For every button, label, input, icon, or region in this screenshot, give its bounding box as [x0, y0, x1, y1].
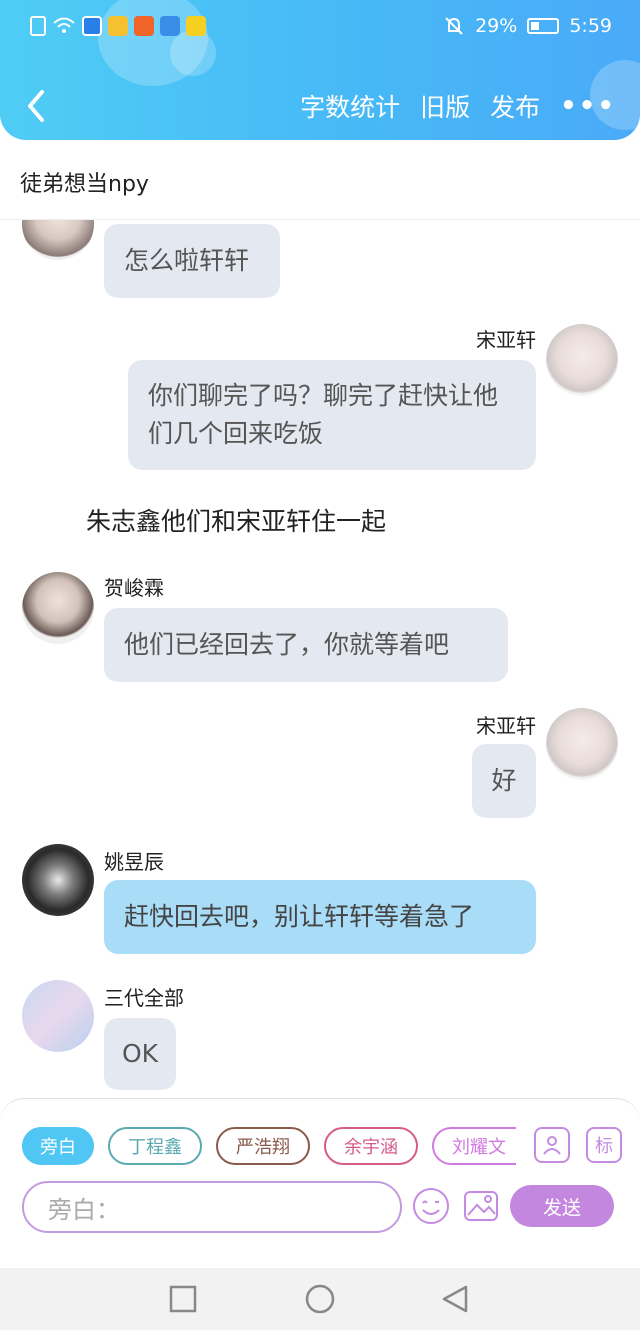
avatar[interactable]	[22, 572, 94, 644]
speaker-name: 姚昱辰	[104, 850, 164, 874]
battery-percent: 29%	[475, 15, 518, 37]
publish-button[interactable]: 发布	[490, 88, 540, 124]
story-title[interactable]: 徒弟想当npy	[20, 166, 149, 198]
hotspot-icon	[160, 16, 180, 36]
back-arrow-icon[interactable]	[22, 86, 52, 126]
message-input[interactable]: 旁白：	[22, 1181, 402, 1233]
mute-bell-icon	[445, 17, 463, 35]
system-nav-bar	[0, 1268, 640, 1330]
role-chip[interactable]: 严浩翔	[216, 1127, 310, 1165]
wifi-icon	[53, 17, 75, 33]
role-chip[interactable]: 余宇涵	[324, 1127, 418, 1165]
role-manage-icon[interactable]	[534, 1127, 570, 1163]
status-icons	[30, 16, 206, 36]
send-button[interactable]: 发送	[510, 1185, 614, 1227]
role-chip-narrator[interactable]: 旁白	[22, 1127, 94, 1165]
battery-icon	[527, 18, 560, 34]
old-version-button[interactable]: 旧版	[420, 88, 470, 124]
message-bubble[interactable]: 赶快回去吧，别让轩轩等着急了	[104, 880, 536, 954]
nav-row: 字数统计 旧版 发布 •••	[0, 86, 640, 130]
role-chip[interactable]: 丁程鑫	[108, 1127, 202, 1165]
person-icon	[543, 1136, 561, 1155]
home-icon[interactable]	[304, 1284, 336, 1316]
message-bubble[interactable]: 你们聊完了吗？聊完了赶快让他们几个回来吃饭	[128, 360, 536, 470]
message-bubble[interactable]: OK	[104, 1018, 176, 1090]
app-notification-icon	[108, 16, 128, 36]
word-count-button[interactable]: 字数统计	[300, 88, 400, 124]
tag-button[interactable]: 标	[586, 1127, 622, 1163]
avatar[interactable]	[546, 708, 618, 780]
nav-actions: 字数统计 旧版 发布 •••	[300, 88, 616, 124]
shield-icon	[82, 16, 102, 36]
message-bubble[interactable]: 他们已经回去了，你就等着吧	[104, 608, 508, 682]
app-notification-icon	[134, 16, 154, 36]
speaker-name: 宋亚轩	[476, 714, 536, 738]
status-bar: 29% 5:59	[0, 12, 640, 46]
composer: 旁白 丁程鑫 严浩翔 余宇涵 刘耀文 标 旁白： 发送	[0, 1098, 640, 1238]
chat-list[interactable]: 怎么啦轩轩 宋亚轩 你们聊完了吗？聊完了赶快让他们几个回来吃饭 朱志鑫他们和宋亚…	[0, 220, 640, 1100]
speaker-name: 三代全部	[104, 986, 184, 1010]
clock: 5:59	[569, 15, 612, 37]
avatar[interactable]	[22, 220, 94, 260]
recents-icon[interactable]	[168, 1284, 198, 1314]
back-icon[interactable]	[440, 1284, 470, 1314]
narration-text[interactable]: 朱志鑫他们和宋亚轩住一起	[86, 502, 386, 538]
role-chip[interactable]: 刘耀文	[432, 1127, 516, 1165]
speaker-name: 宋亚轩	[476, 328, 536, 352]
status-right: 29% 5:59	[443, 15, 612, 37]
app-notification-icon	[186, 16, 206, 36]
avatar[interactable]	[22, 844, 94, 916]
emoji-icon[interactable]	[412, 1187, 450, 1225]
speaker-name: 贺峻霖	[104, 576, 164, 600]
message-bubble[interactable]: 好	[472, 744, 536, 818]
story-title-bar: 徒弟想当npy	[0, 140, 640, 220]
avatar[interactable]	[22, 980, 94, 1052]
sim-icon	[30, 16, 46, 36]
more-menu-button[interactable]: •••	[560, 91, 616, 121]
message-bubble[interactable]: 怎么啦轩轩	[104, 224, 280, 298]
image-icon[interactable]	[462, 1187, 500, 1225]
avatar[interactable]	[546, 324, 618, 396]
app-header: 29% 5:59 字数统计 旧版 发布 •••	[0, 0, 640, 140]
